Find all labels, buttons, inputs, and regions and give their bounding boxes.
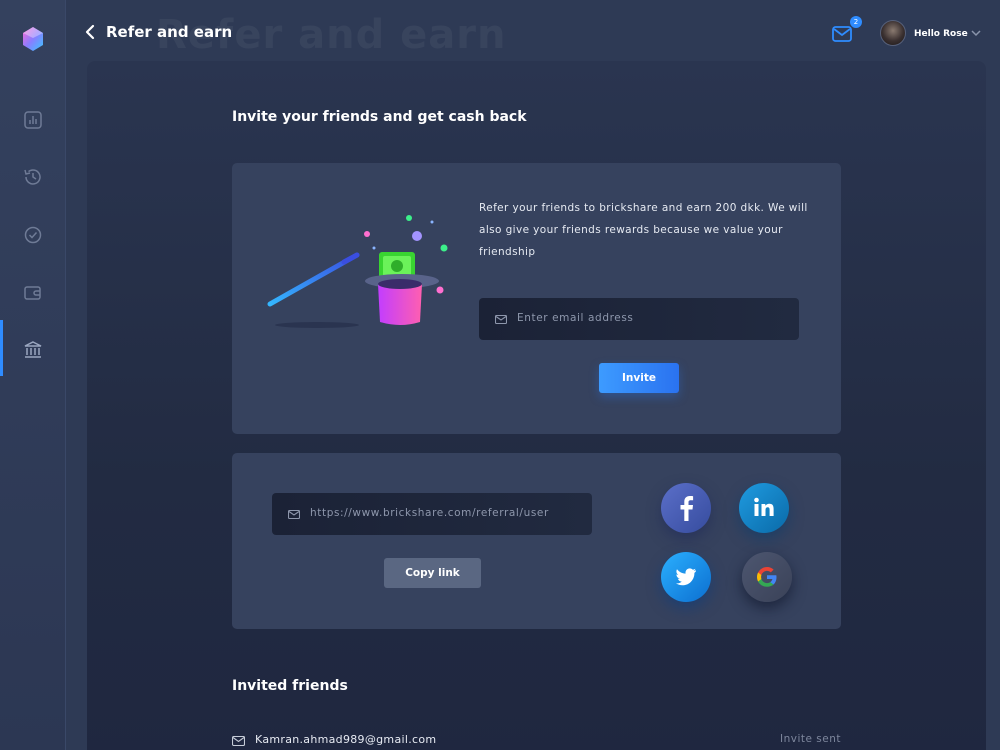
logo-icon[interactable] bbox=[22, 26, 44, 52]
list-item: Kamran.ahmad989@gmail.com Invite sent bbox=[232, 732, 841, 750]
facebook-share-button[interactable] bbox=[661, 483, 711, 533]
friend-email: Kamran.ahmad989@gmail.com bbox=[255, 733, 437, 746]
chevron-down-icon[interactable] bbox=[970, 28, 982, 38]
invite-heading: Invite your friends and get cash back bbox=[232, 109, 527, 125]
envelope-icon bbox=[495, 315, 507, 324]
envelope-icon bbox=[288, 510, 300, 519]
page-title: Refer and earn bbox=[106, 23, 233, 41]
sidebar-active-indicator bbox=[0, 320, 3, 376]
facebook-icon bbox=[680, 496, 694, 521]
avatar[interactable] bbox=[880, 20, 906, 46]
invited-friends-heading: Invited friends bbox=[232, 678, 348, 694]
email-placeholder: Enter email address bbox=[517, 312, 634, 324]
history-icon[interactable] bbox=[23, 167, 43, 187]
twitter-share-button[interactable] bbox=[661, 552, 711, 602]
referral-link-field[interactable]: https://www.brickshare.com/referral/user bbox=[272, 493, 592, 535]
bank-icon[interactable] bbox=[23, 340, 43, 360]
linkedin-icon bbox=[754, 497, 774, 516]
top-bar: Refer and earn Refer and earn 2 Hello Ro… bbox=[66, 0, 1000, 62]
share-card: https://www.brickshare.com/referral/user… bbox=[232, 453, 841, 629]
google-icon bbox=[757, 567, 777, 587]
notification-badge: 2 bbox=[850, 16, 862, 28]
sidebar bbox=[0, 0, 66, 750]
wallet-icon[interactable] bbox=[23, 283, 43, 303]
back-arrow-icon[interactable] bbox=[82, 22, 98, 42]
invite-button[interactable]: Invite bbox=[599, 363, 679, 393]
invite-card: Refer your friends to brickshare and ear… bbox=[232, 163, 841, 434]
user-greeting[interactable]: Hello Rose bbox=[914, 29, 968, 39]
google-share-button[interactable] bbox=[742, 552, 792, 602]
twitter-icon bbox=[676, 568, 696, 586]
invite-status: Invite sent bbox=[780, 733, 841, 745]
email-input[interactable]: Enter email address bbox=[479, 298, 799, 340]
chart-icon[interactable] bbox=[23, 110, 43, 130]
linkedin-share-button[interactable] bbox=[739, 483, 789, 533]
magic-hat-illustration bbox=[267, 215, 448, 328]
copy-link-button[interactable]: Copy link bbox=[384, 558, 481, 588]
envelope-icon bbox=[232, 736, 245, 746]
mail-icon[interactable] bbox=[830, 24, 854, 44]
referral-link-text: https://www.brickshare.com/referral/user bbox=[310, 507, 549, 519]
invite-description: Refer your friends to brickshare and ear… bbox=[479, 202, 808, 258]
check-circle-icon[interactable] bbox=[23, 225, 43, 245]
